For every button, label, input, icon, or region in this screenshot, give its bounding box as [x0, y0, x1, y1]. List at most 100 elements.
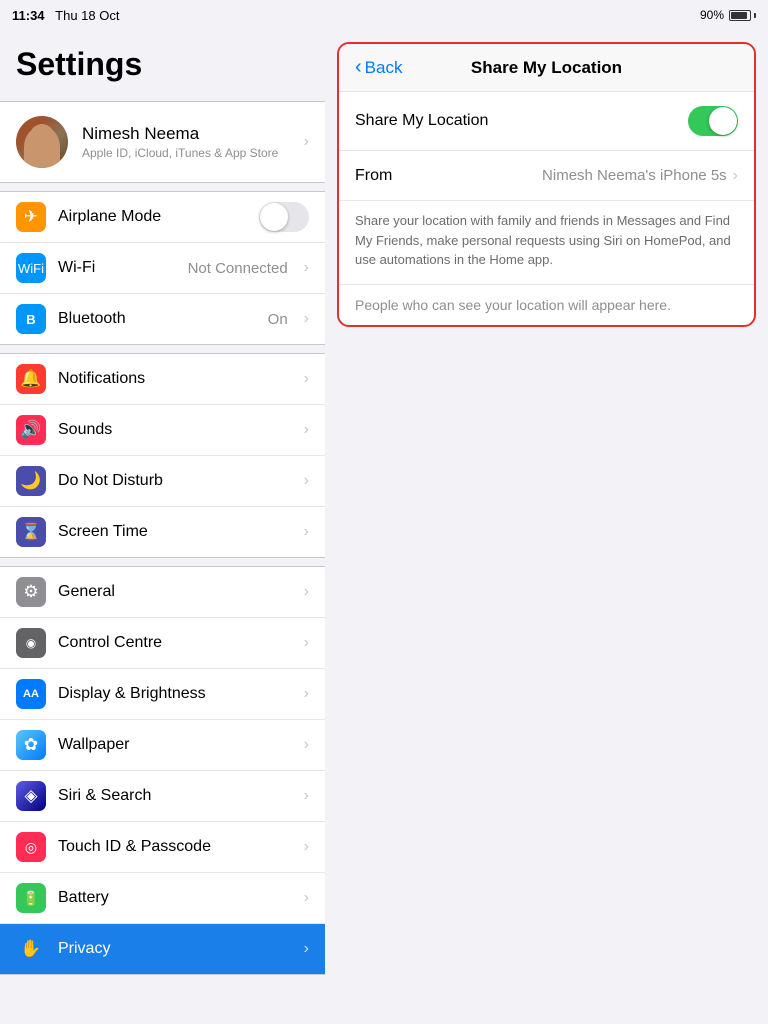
- status-time-date: 11:34 Thu 18 Oct: [12, 8, 119, 23]
- sidebar-item-sounds[interactable]: 🔊 Sounds ›: [0, 405, 325, 456]
- siri-icon: ◈: [16, 781, 46, 811]
- sounds-icon: 🔊: [16, 415, 46, 445]
- sidebar-item-notifications[interactable]: 🔔 Notifications ›: [0, 354, 325, 405]
- avatar: [16, 116, 68, 168]
- sidebar-item-display-brightness[interactable]: AA Display & Brightness ›: [0, 669, 325, 720]
- from-label: From: [355, 167, 542, 185]
- detail-title: Share My Location: [471, 58, 622, 78]
- share-my-location-toggle[interactable]: [688, 106, 738, 136]
- do-not-disturb-chevron: ›: [304, 472, 309, 490]
- profile-name: Nimesh Neema: [82, 124, 286, 144]
- display-brightness-chevron: ›: [304, 685, 309, 703]
- profile-subtitle: Apple ID, iCloud, iTunes & App Store: [82, 146, 286, 160]
- sidebar-item-touch-id-passcode[interactable]: ◎ Touch ID & Passcode ›: [0, 822, 325, 873]
- sidebar-item-battery[interactable]: 🔋 Battery ›: [0, 873, 325, 924]
- wifi-icon: WiFi: [16, 253, 46, 283]
- sidebar-item-wifi[interactable]: WiFi Wi-Fi Not Connected ›: [0, 243, 325, 294]
- settings-group-connectivity: ✈ Airplane Mode WiFi Wi-Fi Not Connected…: [0, 191, 325, 345]
- detail-header: ‹ Back Share My Location: [339, 44, 754, 92]
- sidebar-item-wallpaper[interactable]: ✿ Wallpaper ›: [0, 720, 325, 771]
- share-my-location-row: Share My Location: [339, 92, 754, 151]
- notifications-label: Notifications: [58, 370, 288, 388]
- toggle-knob: [709, 107, 737, 135]
- battery-chevron: ›: [304, 889, 309, 907]
- bluetooth-icon: B: [16, 304, 46, 334]
- sidebar-item-privacy[interactable]: ✋ Privacy ›: [0, 924, 325, 974]
- sounds-chevron: ›: [304, 421, 309, 439]
- profile-chevron: ›: [304, 133, 309, 151]
- battery-label: Battery: [58, 889, 288, 907]
- privacy-label: Privacy: [58, 940, 288, 958]
- profile-section[interactable]: Nimesh Neema Apple ID, iCloud, iTunes & …: [0, 101, 325, 183]
- siri-search-chevron: ›: [304, 787, 309, 805]
- detail-content: Share My Location From Nimesh Neema's iP…: [339, 92, 754, 325]
- sidebar-title: Settings: [16, 46, 309, 83]
- sidebar-item-siri-search[interactable]: ◈ Siri & Search ›: [0, 771, 325, 822]
- bluetooth-value: On: [268, 311, 288, 328]
- wallpaper-label: Wallpaper: [58, 736, 288, 754]
- screen-time-chevron: ›: [304, 523, 309, 541]
- sidebar-item-airplane-mode[interactable]: ✈ Airplane Mode: [0, 192, 325, 243]
- bluetooth-chevron: ›: [304, 310, 309, 328]
- sidebar-item-control-centre[interactable]: ◉ Control Centre ›: [0, 618, 325, 669]
- control-centre-icon: ◉: [16, 628, 46, 658]
- touch-id-label: Touch ID & Passcode: [58, 838, 288, 856]
- touch-id-icon: ◎: [16, 832, 46, 862]
- privacy-chevron: ›: [304, 940, 309, 958]
- sounds-label: Sounds: [58, 421, 288, 439]
- notifications-icon: 🔔: [16, 364, 46, 394]
- privacy-icon: ✋: [16, 934, 46, 964]
- status-indicators: 90%: [700, 8, 756, 22]
- general-icon: ⚙: [16, 577, 46, 607]
- back-label: Back: [365, 58, 403, 78]
- sidebar-item-bluetooth[interactable]: B Bluetooth On ›: [0, 294, 325, 344]
- settings-group-notifications: 🔔 Notifications › 🔊 Sounds › 🌙 Do Not Di…: [0, 353, 325, 558]
- airplane-mode-toggle[interactable]: [259, 202, 309, 232]
- battery-percent: 90%: [700, 8, 724, 22]
- sidebar-item-do-not-disturb[interactable]: 🌙 Do Not Disturb ›: [0, 456, 325, 507]
- airplane-mode-label: Airplane Mode: [58, 208, 247, 226]
- display-brightness-label: Display & Brightness: [58, 685, 288, 703]
- general-label: General: [58, 583, 288, 601]
- do-not-disturb-label: Do Not Disturb: [58, 472, 288, 490]
- detail-people-text: People who can see your location will ap…: [339, 285, 754, 325]
- wifi-label: Wi-Fi: [58, 259, 176, 277]
- sidebar-item-screen-time[interactable]: ⌛ Screen Time ›: [0, 507, 325, 557]
- do-not-disturb-icon: 🌙: [16, 466, 46, 496]
- notifications-chevron: ›: [304, 370, 309, 388]
- back-button[interactable]: ‹ Back: [355, 56, 402, 79]
- control-centre-label: Control Centre: [58, 634, 288, 652]
- touch-id-chevron: ›: [304, 838, 309, 856]
- battery-icon: [729, 10, 756, 21]
- right-panel: ‹ Back Share My Location Share My Locati…: [325, 30, 768, 1024]
- control-centre-chevron: ›: [304, 634, 309, 652]
- wifi-chevron: ›: [304, 259, 309, 277]
- wallpaper-icon: ✿: [16, 730, 46, 760]
- from-chevron: ›: [733, 167, 738, 185]
- sidebar-item-general[interactable]: ⚙ General ›: [0, 567, 325, 618]
- profile-info: Nimesh Neema Apple ID, iCloud, iTunes & …: [82, 124, 286, 160]
- wallpaper-chevron: ›: [304, 736, 309, 754]
- bluetooth-label: Bluetooth: [58, 310, 256, 328]
- sidebar-header: Settings: [0, 30, 325, 93]
- status-date: Thu 18 Oct: [55, 8, 119, 23]
- settings-group-general: ⚙ General › ◉ Control Centre › AA Displa…: [0, 566, 325, 975]
- detail-card: ‹ Back Share My Location Share My Locati…: [337, 42, 756, 327]
- display-brightness-icon: AA: [16, 679, 46, 709]
- detail-description: Share your location with family and frie…: [339, 201, 754, 285]
- main-layout: Settings Nimesh Neema Apple ID, iCloud, …: [0, 30, 768, 1024]
- from-row[interactable]: From Nimesh Neema's iPhone 5s ›: [339, 151, 754, 201]
- sidebar: Settings Nimesh Neema Apple ID, iCloud, …: [0, 30, 325, 1024]
- wifi-value: Not Connected: [188, 260, 288, 277]
- status-bar: 11:34 Thu 18 Oct 90%: [0, 0, 768, 30]
- status-time: 11:34: [12, 8, 45, 23]
- general-chevron: ›: [304, 583, 309, 601]
- screen-time-icon: ⌛: [16, 517, 46, 547]
- screen-time-label: Screen Time: [58, 523, 288, 541]
- airplane-mode-icon: ✈: [16, 202, 46, 232]
- siri-search-label: Siri & Search: [58, 787, 288, 805]
- share-my-location-label: Share My Location: [355, 112, 688, 130]
- from-value: Nimesh Neema's iPhone 5s: [542, 167, 727, 184]
- battery-settings-icon: 🔋: [16, 883, 46, 913]
- back-chevron-icon: ‹: [355, 56, 362, 79]
